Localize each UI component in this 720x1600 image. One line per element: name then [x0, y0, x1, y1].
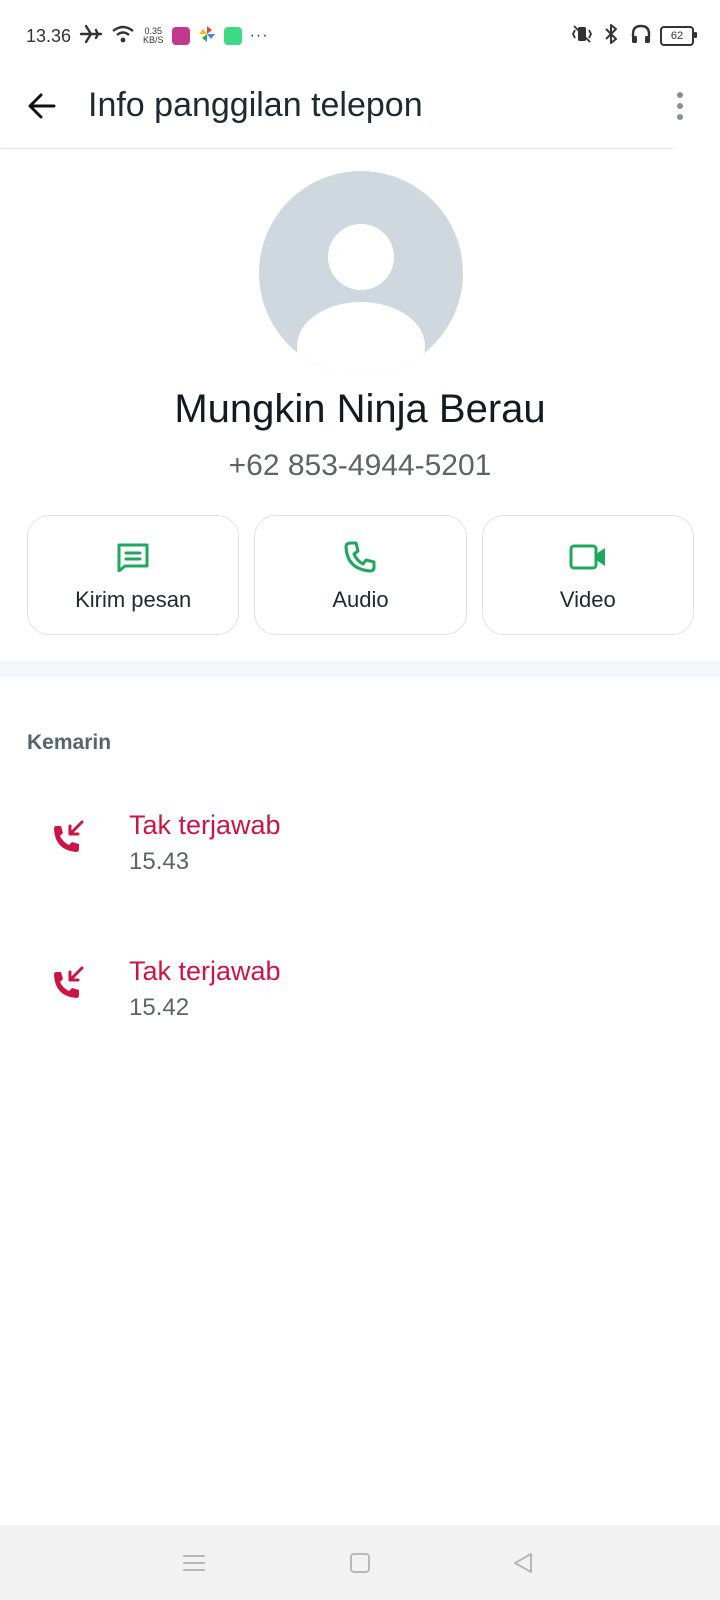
default-avatar-icon: [297, 224, 425, 375]
call-status: Tak terjawab: [129, 810, 281, 840]
back-button[interactable]: [20, 84, 64, 128]
missed-call-icon: [48, 818, 88, 858]
avatar[interactable]: [259, 171, 463, 375]
network-speed: 0.35 KB/S: [143, 27, 164, 45]
call-log-item[interactable]: Tak terjawab 15.42: [0, 936, 720, 1046]
app-notification-icon: [171, 27, 190, 45]
phone-icon: [340, 537, 380, 577]
net-speed-unit: KB/S: [143, 35, 164, 45]
message-icon: [113, 537, 153, 577]
audio-call-button[interactable]: Audio: [254, 515, 467, 635]
more-vert-icon: [677, 92, 683, 98]
menu-icon: [183, 1555, 205, 1571]
section-separator: [0, 661, 720, 677]
recent-apps-button[interactable]: [174, 1545, 214, 1581]
more-notifications-icon: ···: [249, 27, 269, 44]
bluetooth-icon: [602, 23, 622, 50]
video-call-label: Video: [559, 587, 616, 612]
home-button[interactable]: [340, 1545, 380, 1581]
more-vert-icon: [677, 114, 683, 120]
call-time: 15.43: [129, 848, 190, 875]
contact-name: Mungkin Ninja Berau: [174, 387, 546, 431]
call-log-item[interactable]: Tak terjawab 15.43: [0, 790, 720, 900]
message-app-icon: [223, 27, 242, 45]
video-icon: [568, 537, 608, 577]
action-buttons: Kirim pesan Audio Video: [27, 515, 694, 635]
wifi-icon: [111, 24, 135, 49]
headphones-icon: [630, 23, 652, 50]
send-message-label: Kirim pesan: [75, 587, 192, 612]
contact-card: Mungkin Ninja Berau +62 853-4944-5201 Ki…: [0, 149, 720, 661]
home-square-icon: [350, 1553, 370, 1573]
arrow-back-icon: [28, 93, 56, 119]
call-status: Tak terjawab: [129, 956, 281, 986]
audio-call-label: Audio: [332, 587, 389, 612]
send-message-button[interactable]: Kirim pesan: [27, 515, 240, 635]
contact-phone: +62 853-4944-5201: [228, 449, 492, 482]
more-options-button[interactable]: [668, 84, 692, 128]
airplane-icon: [79, 24, 103, 49]
status-bar: 13.36 0.35 KB/S ··· 62: [0, 0, 720, 70]
pinwheel-icon: [198, 25, 216, 48]
status-time: 13.36: [26, 25, 72, 46]
back-triangle-icon: [514, 1553, 532, 1573]
call-time: 15.42: [129, 994, 190, 1021]
history-section-label: Kemarin: [27, 731, 112, 754]
app-bar: Info panggilan telepon: [0, 70, 720, 148]
system-nav-bar: [0, 1525, 720, 1600]
battery-icon: 62: [660, 26, 697, 46]
page-title: Info panggilan telepon: [88, 86, 423, 124]
vibrate-icon: [570, 24, 594, 49]
missed-call-icon: [48, 964, 88, 1004]
status-right: 62: [570, 22, 697, 50]
status-left: 13.36 0.35 KB/S ···: [26, 22, 269, 50]
system-back-button[interactable]: [503, 1545, 543, 1581]
more-vert-icon: [677, 103, 683, 109]
video-call-button[interactable]: Video: [481, 515, 694, 635]
